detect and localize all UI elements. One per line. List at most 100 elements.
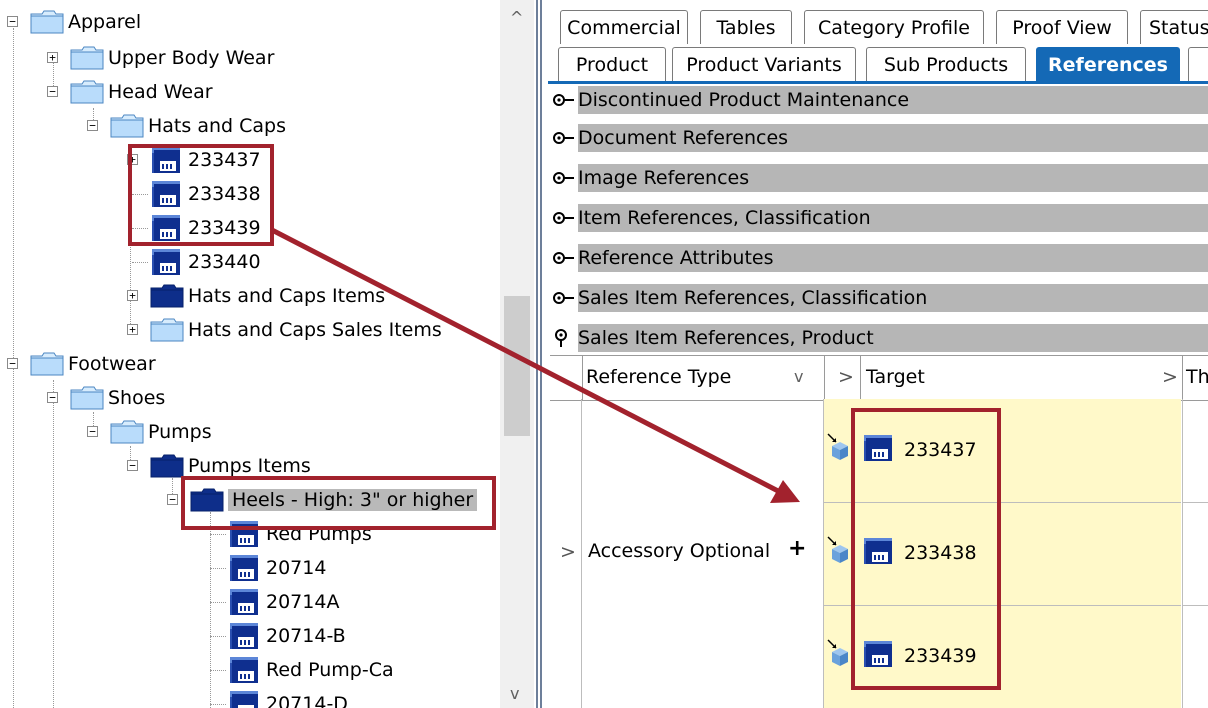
collapse-icon[interactable]: −: [87, 426, 98, 437]
tree-guide-line: [210, 512, 211, 708]
section-collapsed-icon[interactable]: [552, 128, 576, 148]
tree-node-label: Hats and Caps Sales Items: [188, 319, 442, 341]
expand-icon[interactable]: +: [47, 52, 58, 63]
section-collapsed-icon[interactable]: [552, 168, 576, 188]
header-expand-icon[interactable]: >: [838, 366, 854, 388]
reference-link-icon: [826, 638, 852, 668]
tab-label: Commercial: [567, 16, 681, 39]
tree-node[interactable]: Hats and Caps Items: [150, 280, 385, 312]
collapse-icon[interactable]: −: [7, 16, 18, 27]
column-header-target[interactable]: Target: [866, 366, 925, 388]
tab-commercial[interactable]: Commercial: [560, 10, 688, 44]
section-collapsed-icon[interactable]: [552, 288, 576, 308]
scroll-down-icon[interactable]: v: [510, 684, 519, 703]
column-header-next[interactable]: Th: [1186, 366, 1208, 388]
section-header[interactable]: Sales Item References, Product: [578, 324, 1208, 352]
section-header[interactable]: Sales Item References, Classification: [578, 284, 1208, 312]
tree-node[interactable]: 233440: [150, 246, 261, 278]
tab-status[interactable]: Status: [1140, 10, 1208, 44]
column-header-reference-type[interactable]: Reference Type: [586, 366, 731, 388]
tree-node[interactable]: Red Pump-Ca: [228, 654, 394, 686]
tree-node-label: Hats and Caps: [148, 115, 286, 137]
tree-node[interactable]: 20714-D: [228, 688, 348, 708]
collapse-icon[interactable]: −: [47, 86, 58, 97]
grid-header: Reference Type v > Target > Th: [550, 355, 1208, 401]
collapse-icon[interactable]: −: [167, 494, 178, 505]
tab-proof-view[interactable]: Proof View: [996, 10, 1128, 44]
tree-connector: [210, 704, 226, 705]
pane-splitter[interactable]: [534, 0, 542, 708]
tree-connector: [210, 602, 226, 603]
folder-icon: [110, 420, 144, 444]
tab-label: Status: [1149, 16, 1208, 39]
tree-node[interactable]: Hats and Caps: [110, 110, 286, 142]
section-collapsed-icon[interactable]: [552, 90, 576, 110]
tab-label: Product: [575, 53, 649, 76]
row-divider: [1182, 502, 1208, 503]
tree-node[interactable]: Head Wear: [70, 76, 213, 108]
annotation-box-selected-node: [181, 476, 496, 530]
add-reference-icon[interactable]: +: [788, 536, 806, 561]
section-header[interactable]: Image References: [578, 164, 1208, 192]
tree-scrollbar[interactable]: ^ v: [500, 0, 534, 708]
reference-link-icon: [826, 535, 852, 565]
tree-node-label: Head Wear: [108, 81, 213, 103]
collapse-icon[interactable]: −: [47, 392, 58, 403]
tab-label: Product Variants: [686, 53, 842, 76]
tab-label: References: [1048, 53, 1168, 76]
tree-node[interactable]: 20714A: [228, 586, 339, 618]
tab-references[interactable]: References: [1036, 47, 1180, 81]
section-header[interactable]: Item References, Classification: [578, 204, 1208, 232]
tree-node[interactable]: Apparel: [30, 6, 141, 38]
reference-type-value[interactable]: Accessory Optional: [588, 540, 770, 562]
tree-node[interactable]: Shoes: [70, 382, 165, 414]
scrollbar-thumb[interactable]: [504, 296, 530, 436]
tab-product-variants[interactable]: Product Variants: [672, 47, 856, 81]
annotation-box-tree-items: [128, 144, 274, 246]
section-header[interactable]: Document References: [578, 124, 1208, 152]
tree-node[interactable]: Pumps: [110, 416, 212, 448]
tab-label: Sub Products: [883, 53, 1009, 76]
tree-node-label: Pumps Items: [188, 455, 311, 477]
section-header[interactable]: Reference Attributes: [578, 244, 1208, 272]
folder-icon: [30, 352, 64, 376]
product-item-icon: [228, 553, 262, 583]
tree-node[interactable]: Footwear: [30, 348, 156, 380]
collapse-icon[interactable]: −: [127, 460, 138, 471]
chevron-down-icon[interactable]: v: [794, 367, 803, 386]
section-expanded-icon[interactable]: [552, 328, 576, 348]
grid-divider: [1182, 399, 1183, 708]
tab-overflow[interactable]: [1188, 47, 1208, 81]
tree-node-label: 20714A: [266, 591, 340, 613]
tree-node[interactable]: Upper Body Wear: [70, 42, 274, 74]
tree-connector: [132, 262, 148, 263]
tab-category-profile[interactable]: Category Profile: [804, 10, 984, 44]
folder-icon: [70, 46, 104, 70]
column-divider: [582, 356, 583, 400]
expand-icon[interactable]: +: [127, 290, 138, 301]
collapse-icon[interactable]: −: [87, 120, 98, 131]
section-collapsed-icon[interactable]: [552, 248, 576, 268]
product-item-icon: [228, 587, 262, 617]
folder-icon: [70, 386, 104, 410]
tab-tables[interactable]: Tables: [700, 10, 792, 44]
tree-node-label: Footwear: [68, 353, 156, 375]
section-title: Discontinued Product Maintenance: [578, 89, 910, 111]
collapse-icon[interactable]: −: [7, 358, 18, 369]
tab-sub-products[interactable]: Sub Products: [866, 47, 1026, 81]
tree-node[interactable]: Hats and Caps Sales Items: [150, 314, 442, 346]
scroll-up-icon[interactable]: ^: [510, 8, 523, 27]
tree-node[interactable]: 20714: [228, 552, 326, 584]
expand-icon[interactable]: +: [127, 324, 138, 335]
folder-icon: [70, 80, 104, 104]
tree-node[interactable]: 20714-B: [228, 620, 346, 652]
row-expand-icon[interactable]: >: [560, 541, 576, 563]
tree-connector: [210, 670, 226, 671]
product-item-icon: [228, 621, 262, 651]
tab-label: Tables: [716, 16, 776, 39]
header-expand-icon-2[interactable]: >: [1162, 366, 1178, 388]
product-item-icon: [228, 689, 262, 708]
tab-product[interactable]: Product: [558, 47, 666, 81]
section-collapsed-icon[interactable]: [552, 208, 576, 228]
section-header[interactable]: Discontinued Product Maintenance: [578, 86, 1208, 114]
